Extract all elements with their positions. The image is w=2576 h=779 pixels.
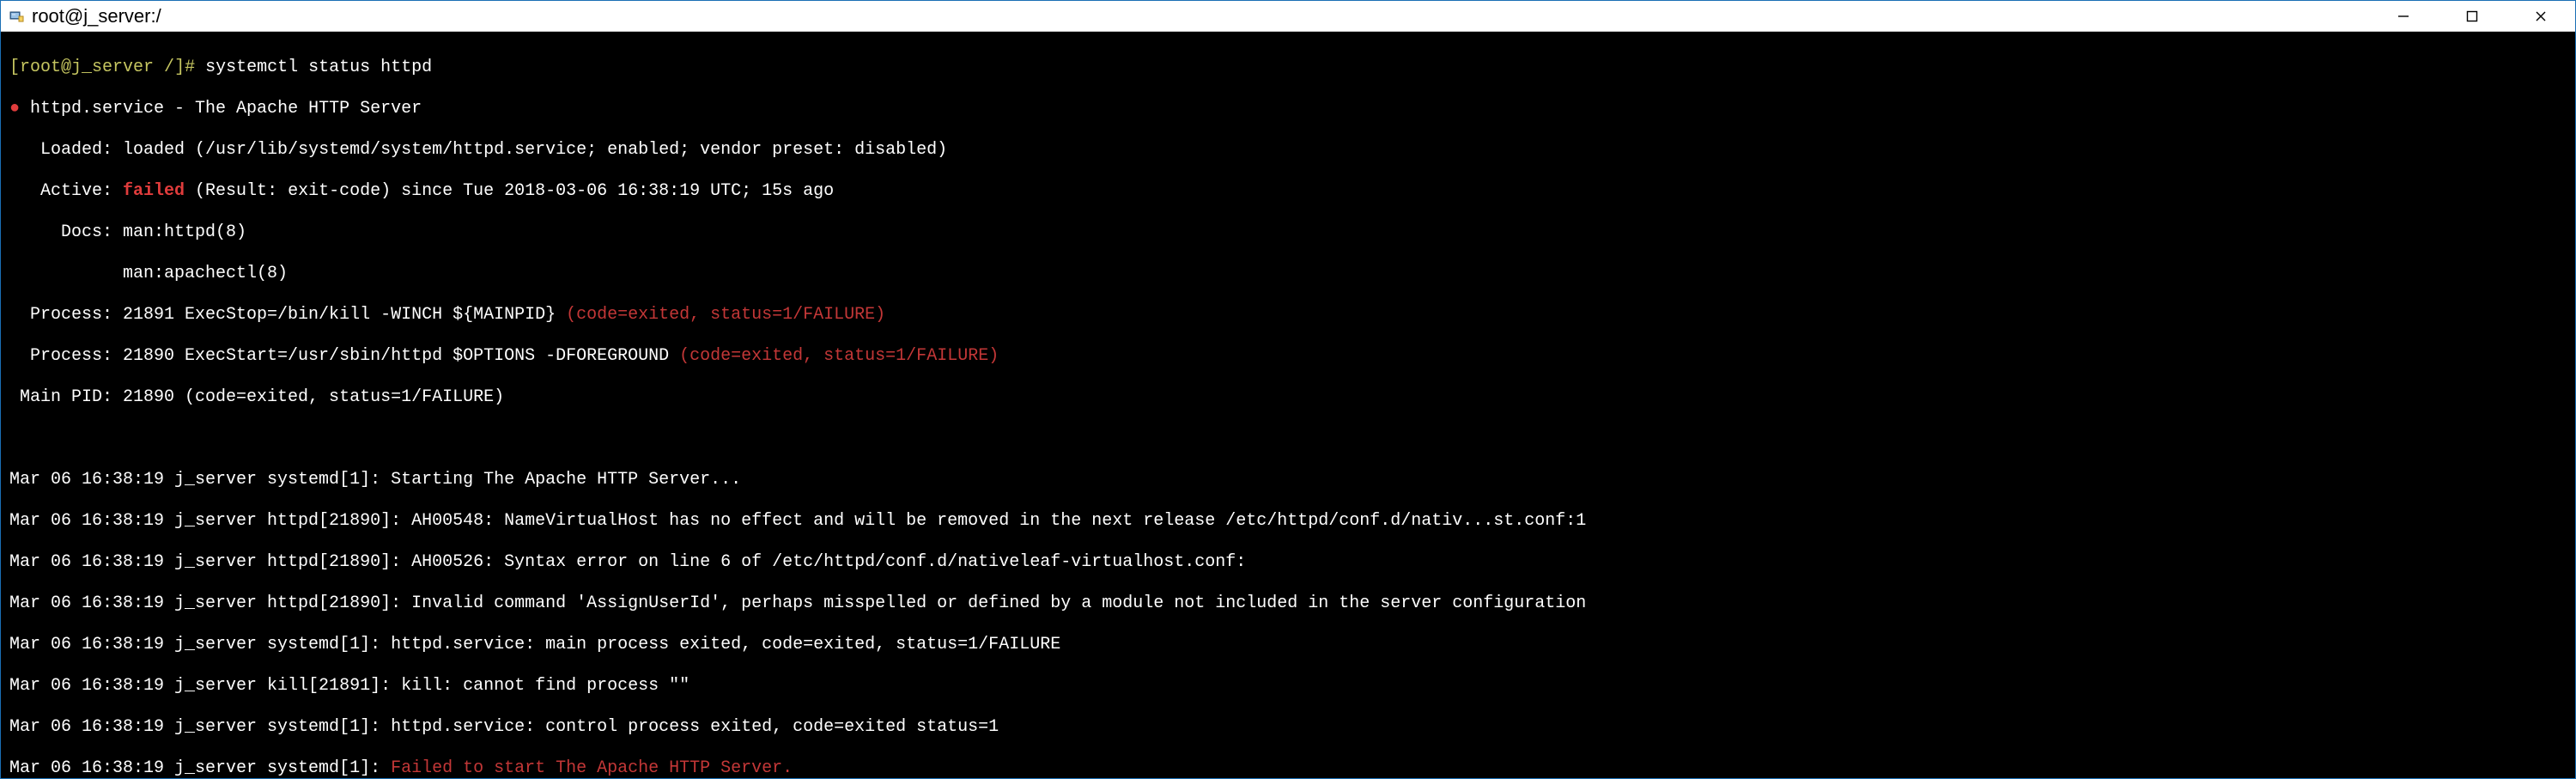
active-label: Active: [9,181,123,201]
active-line: Active: failed (Result: exit-code) since… [9,181,2567,202]
window-title: root@j_server:/ [32,5,2369,27]
minimize-icon [2397,10,2409,22]
process-line-1: Process: 21891 ExecStop=/bin/kill -WINCH… [9,305,2567,326]
log-line: Mar 06 16:38:19 j_server systemd[1]: htt… [9,635,2567,655]
titlebar[interactable]: root@j_server:/ [1,1,2575,32]
docs-line-1: Docs: man:httpd(8) [9,222,2567,243]
process1-status: (code=exited, status=1/FAILURE) [566,305,885,325]
unit-name: httpd.service - The Apache HTTP Server [30,99,422,119]
window-controls [2369,1,2575,31]
log-line: Mar 06 16:38:19 j_server kill[21891]: ki… [9,676,2567,697]
mainpid-line: Main PID: 21890 (code=exited, status=1/F… [9,387,2567,408]
putty-icon [8,8,25,25]
terminal-body[interactable]: [root@j_server /]# systemctl status http… [1,32,2575,778]
prompt-user-host: root@j_server [20,58,154,77]
process2-status: (code=exited, status=1/FAILURE) [679,346,999,366]
minimize-button[interactable] [2369,1,2438,31]
maximize-icon [2466,10,2478,22]
log-line: Mar 06 16:38:19 j_server systemd[1]: htt… [9,717,2567,738]
log-line: Mar 06 16:38:19 j_server httpd[21890]: A… [9,511,2567,532]
active-rest: (Result: exit-code) since Tue 2018-03-06… [185,181,834,201]
log-prefix: Mar 06 16:38:19 j_server systemd[1]: [9,758,391,778]
close-button[interactable] [2506,1,2575,31]
blank-line [9,429,2567,449]
process1-prefix: Process: 21891 ExecStop=/bin/kill -WINCH… [9,305,566,325]
log-line: Mar 06 16:38:19 j_server httpd[21890]: A… [9,552,2567,573]
log-line-failed: Mar 06 16:38:19 j_server systemd[1]: Fai… [9,758,2567,778]
status-dot-icon: ● [9,99,30,119]
prompt-path: / [154,58,174,77]
command-text: systemctl status httpd [205,58,432,77]
loaded-label: Loaded: [9,140,123,160]
active-status: failed [123,181,185,201]
process2-prefix: Process: 21890 ExecStart=/usr/sbin/httpd… [9,346,679,366]
log-line: Mar 06 16:38:19 j_server systemd[1]: Sta… [9,470,2567,490]
maximize-button[interactable] [2438,1,2506,31]
docs-line-2: man:apachectl(8) [9,264,2567,284]
loaded-value: loaded (/usr/lib/systemd/system/httpd.se… [123,140,947,160]
close-icon [2535,10,2547,22]
loaded-line: Loaded: loaded (/usr/lib/systemd/system/… [9,140,2567,161]
log-line: Mar 06 16:38:19 j_server httpd[21890]: I… [9,593,2567,614]
terminal-window: root@j_server:/ [root@j_server /]# syste… [0,0,2576,779]
process-line-2: Process: 21890 ExecStart=/usr/sbin/httpd… [9,346,2567,367]
unit-line: ● httpd.service - The Apache HTTP Server [9,99,2567,119]
prompt-bracket-close: ]# [174,58,205,77]
log-failed-text: Failed to start The Apache HTTP Server. [391,758,793,778]
prompt-line: [root@j_server /]# systemctl status http… [9,58,2567,78]
prompt-bracket: [ [9,58,20,77]
